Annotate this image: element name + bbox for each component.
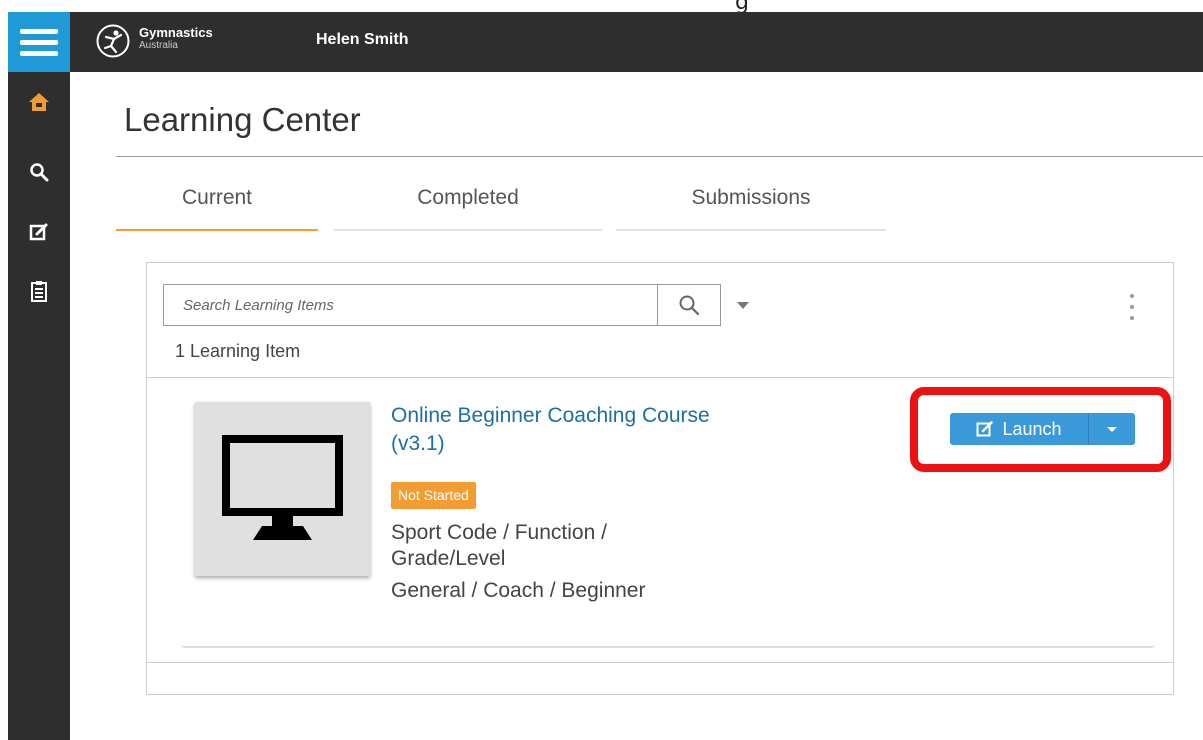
search-input[interactable] [164, 285, 656, 325]
course-meta-value: General / Coach / Beginner [391, 579, 646, 602]
tab-current-underline [116, 229, 318, 231]
tab-current[interactable]: Current [116, 186, 318, 210]
course-title-link[interactable]: Online Beginner Coaching Course (v3.1) [391, 402, 711, 458]
menu-bar [20, 28, 58, 34]
user-name[interactable]: Helen Smith [316, 31, 408, 49]
launch-options-dropdown[interactable] [1088, 413, 1135, 445]
search-button[interactable] [657, 285, 720, 325]
filter-dropdown-chevron-down-icon[interactable] [737, 302, 749, 309]
home-icon[interactable] [27, 90, 51, 114]
sidebar [8, 72, 70, 740]
launch-button[interactable]: Launch [950, 413, 1088, 445]
panel-footer-divider [147, 662, 1173, 663]
more-options-kebab-icon[interactable] [1125, 294, 1139, 320]
edit-icon [976, 421, 994, 437]
kebab-dot [1130, 305, 1134, 309]
brand-subtitle: Australia [139, 40, 178, 51]
edit-icon[interactable] [27, 220, 51, 244]
search-box [163, 284, 721, 326]
chevron-down-icon [1107, 426, 1117, 432]
tab-submissions[interactable]: Submissions [616, 186, 886, 210]
menu-bar [20, 50, 58, 56]
launch-button-group: Launch [950, 413, 1135, 445]
tab-completed-underline [334, 229, 602, 231]
brand-name: Gymnastics Australia [139, 26, 213, 51]
top-navigation-bar: Gymnastics Australia Helen Smith [8, 12, 1203, 72]
menu-bar [20, 39, 58, 45]
cropped-text: g [735, 0, 749, 12]
search-icon[interactable] [27, 160, 51, 184]
course-thumbnail[interactable] [195, 402, 370, 576]
course-meta-label: Sport Code / Function / Grade/Level [391, 521, 607, 570]
monitor-icon [222, 435, 343, 540]
tab-submissions-underline [616, 229, 886, 231]
kebab-dot [1130, 294, 1134, 298]
status-badge: Not Started [391, 482, 476, 509]
tab-completed[interactable]: Completed [334, 186, 602, 210]
menu-toggle-button[interactable] [8, 12, 70, 72]
title-divider [116, 156, 1203, 157]
top-crop-strip: g [0, 0, 1203, 12]
brand-title: Gymnastics [139, 25, 213, 40]
learning-item-count: 1 Learning Item [175, 341, 301, 361]
clipboard-icon[interactable] [27, 279, 51, 303]
search-icon [679, 295, 700, 316]
gymnastics-logo-icon[interactable] [96, 24, 130, 58]
page-title: Learning Center [124, 101, 361, 138]
learning-items-panel: 1 Learning Item Online Beginner Coaching… [146, 262, 1174, 695]
kebab-dot [1130, 316, 1134, 320]
learning-item-card: Online Beginner Coaching Course (v3.1) N… [181, 378, 1155, 648]
launch-label: Launch [1002, 418, 1062, 439]
